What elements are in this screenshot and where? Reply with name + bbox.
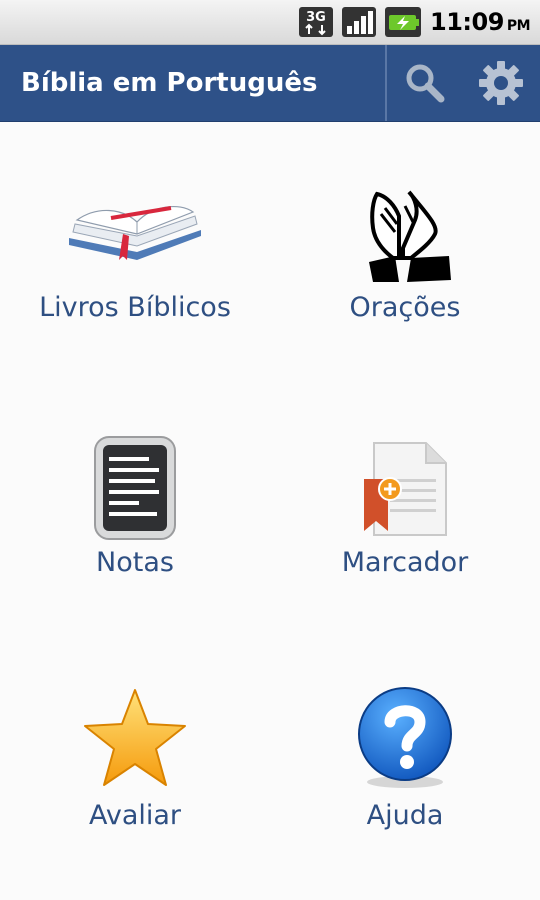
battery-charging-icon xyxy=(385,7,421,37)
menu-label: Orações xyxy=(349,292,461,323)
menu-item-ajuda[interactable]: Ajuda xyxy=(270,628,540,881)
signal-strength-icon xyxy=(342,7,376,37)
menu-label: Avaliar xyxy=(88,800,182,831)
search-button[interactable] xyxy=(387,45,463,121)
settings-gear-icon xyxy=(479,61,523,105)
svg-text:3G: 3G xyxy=(306,10,326,25)
settings-button[interactable] xyxy=(463,45,539,121)
network-3g-icon: 3G xyxy=(299,7,333,37)
status-time: 11:09 PM xyxy=(430,8,531,36)
search-icon xyxy=(406,64,445,103)
menu-item-oracoes[interactable]: Orações xyxy=(270,122,540,375)
app-title: Bíblia em Português xyxy=(21,68,318,98)
bookmark-icon xyxy=(364,442,447,536)
help-icon xyxy=(358,687,452,788)
menu-label: Livros Bíblicos xyxy=(39,292,231,323)
action-bar: Bíblia em Português xyxy=(0,45,540,122)
menu-label: Notas xyxy=(96,547,174,578)
menu-item-avaliar[interactable]: Avaliar xyxy=(0,628,270,881)
menu-item-notas[interactable]: Notas xyxy=(0,375,270,628)
praying-hands-icon xyxy=(369,190,451,282)
menu-label: Marcador xyxy=(341,547,469,578)
notes-icon xyxy=(94,436,176,540)
menu-item-livros-biblicos[interactable]: Livros Bíblicos xyxy=(0,122,270,375)
open-bible-icon xyxy=(69,205,201,260)
star-icon xyxy=(84,689,186,786)
menu-label: Ajuda xyxy=(366,800,444,831)
menu-item-marcador[interactable]: Marcador xyxy=(270,375,540,628)
status-bar: 3G 11:09 PM xyxy=(0,0,540,45)
